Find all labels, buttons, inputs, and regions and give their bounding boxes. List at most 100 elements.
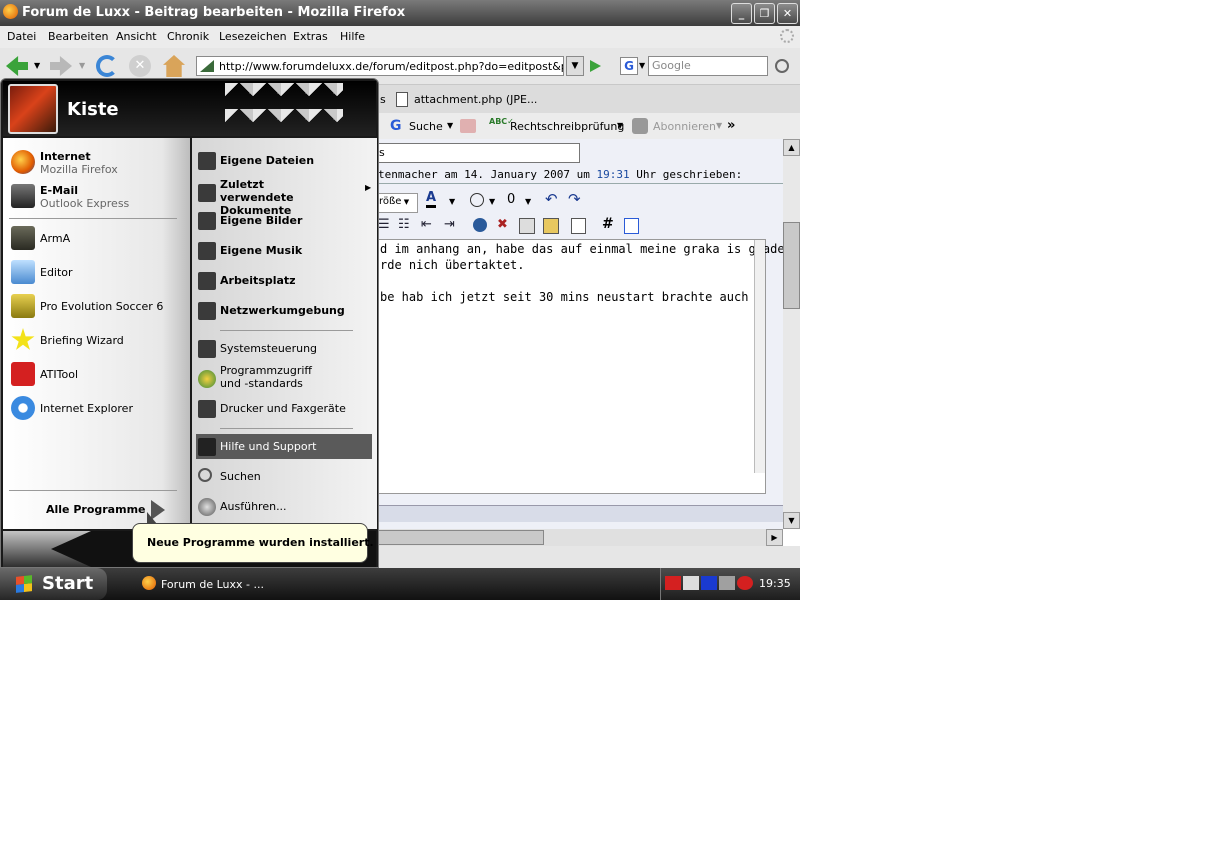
unordered-list-icon[interactable]: ☷ xyxy=(398,217,410,232)
forward-dropdown-icon[interactable]: ▼ xyxy=(79,61,85,70)
spellcheck-dropdown-icon[interactable]: ▼ xyxy=(617,121,623,130)
message-textarea[interactable]: d im anhang an, habe das auf einmal mein… xyxy=(378,239,785,494)
menu-ansicht[interactable]: Ansicht xyxy=(116,30,157,43)
recent-label: ArmA xyxy=(40,232,71,245)
forward-icon[interactable] xyxy=(50,56,72,76)
recent-label: Pro Evolution Soccer 6 xyxy=(40,300,164,313)
insert-image-icon[interactable] xyxy=(543,218,559,234)
title-input[interactable]: s xyxy=(378,143,580,163)
windows-logo-icon xyxy=(16,575,32,593)
smiley-icon[interactable] xyxy=(470,193,484,207)
monitor-tray-icon[interactable] xyxy=(683,576,699,590)
ati-tray-icon[interactable] xyxy=(665,576,681,590)
separator xyxy=(9,218,177,219)
window-titlebar: Forum de Luxx - Beitrag bearbeiten - Moz… xyxy=(0,0,800,26)
scroll-up-icon[interactable]: ▲ xyxy=(783,139,800,156)
menu-bearbeiten[interactable]: Bearbeiten xyxy=(48,30,108,43)
undo-icon[interactable]: ↶ xyxy=(545,190,558,208)
balloon-text: Neue Programme wurden installiert. xyxy=(147,536,374,549)
hscroll-thumb[interactable] xyxy=(378,530,544,545)
start-menu-header: Kiste xyxy=(3,81,376,136)
scroll-down-icon[interactable]: ▼ xyxy=(783,512,800,529)
antivirus-tray-icon[interactable] xyxy=(737,576,753,590)
all-programs-button[interactable]: Alle Programme xyxy=(23,496,183,524)
back-icon[interactable] xyxy=(6,56,28,76)
clock: 19:35 xyxy=(759,577,791,590)
go-icon[interactable] xyxy=(590,60,601,72)
toolbar-overflow-button[interactable]: » xyxy=(727,118,735,133)
smiley-dropdown-icon[interactable]: ▼ xyxy=(489,197,495,206)
menu-chronik[interactable]: Chronik xyxy=(167,30,209,43)
separator xyxy=(9,490,177,491)
help-icon xyxy=(198,438,216,456)
search-icon[interactable] xyxy=(775,59,789,73)
subscribe-button[interactable]: Abonnieren xyxy=(653,120,716,133)
media-tray-icon[interactable] xyxy=(701,576,717,590)
page-vertical-scrollbar[interactable]: ▲ ▼ xyxy=(783,139,800,529)
hash-icon[interactable]: # xyxy=(602,216,614,232)
font-size-select[interactable]: röße ▼ xyxy=(378,193,418,213)
recent-label: ATITool xyxy=(40,368,79,381)
balloon-pointer xyxy=(147,512,157,524)
minimize-button[interactable]: _ xyxy=(731,3,752,24)
google-icon: G xyxy=(390,118,402,134)
subscribe-dropdown-icon[interactable]: ▼ xyxy=(716,121,722,130)
control-panel-icon xyxy=(198,340,216,358)
insert-email-icon[interactable] xyxy=(519,218,535,234)
home-icon[interactable] xyxy=(163,55,185,77)
menu-extras[interactable]: Extras xyxy=(293,30,328,43)
url-dropdown-icon[interactable]: ▼ xyxy=(566,56,584,76)
search-engine-icon[interactable]: G xyxy=(620,57,638,75)
search-toolbar-button[interactable]: Suche xyxy=(409,120,443,133)
indent-icon[interactable]: ⇥ xyxy=(444,217,455,232)
popup-blocker-icon[interactable] xyxy=(460,119,476,133)
search-dropdown-icon[interactable]: ▼ xyxy=(447,121,453,130)
menu-datei[interactable]: Datei xyxy=(7,30,36,43)
redo-icon[interactable]: ↷ xyxy=(568,190,581,208)
scroll-thumb[interactable] xyxy=(783,222,800,309)
tab-attachment[interactable]: attachment.php (JPE... xyxy=(414,93,537,106)
scroll-right-icon[interactable]: ▶ xyxy=(766,529,783,546)
quote-icon[interactable] xyxy=(571,218,586,234)
attachment-dropdown-icon[interactable]: ▼ xyxy=(525,197,531,206)
remove-link-icon[interactable]: ✖ xyxy=(497,217,508,232)
menu-lesezeichen[interactable]: Lesezeichen xyxy=(219,30,287,43)
atitool-icon xyxy=(11,362,35,386)
taskbar-task-firefox[interactable]: Forum de Luxx - ... xyxy=(137,572,297,596)
network-tray-icon[interactable] xyxy=(719,576,735,590)
menu-hilfe[interactable]: Hilfe xyxy=(340,30,365,43)
back-dropdown-icon[interactable]: ▼ xyxy=(34,61,40,70)
quote-time-link[interactable]: 19:31 xyxy=(597,168,630,181)
network-icon xyxy=(198,302,216,320)
text-color-dropdown-icon[interactable]: ▼ xyxy=(449,197,455,206)
spellcheck-button[interactable]: Rechtschreibprüfung xyxy=(510,120,624,133)
outdent-icon[interactable]: ⇤ xyxy=(421,217,432,232)
attachment-icon[interactable]: 0 xyxy=(507,192,515,207)
item-hilfe-und-support[interactable]: Hilfe und Support xyxy=(196,434,372,459)
document-icon xyxy=(396,92,408,107)
stop-icon[interactable]: ✕ xyxy=(129,55,151,77)
close-button[interactable]: ✕ xyxy=(777,3,798,24)
task-label: Forum de Luxx - ... xyxy=(161,578,264,591)
ordered-list-icon[interactable]: ☰ xyxy=(378,217,390,232)
search-engine-dropdown-icon[interactable]: ▼ xyxy=(639,61,645,70)
item-label: Suchen xyxy=(220,470,261,483)
url-input[interactable]: http://www.forumdeluxx.de/forum/editpost… xyxy=(196,56,564,76)
start-menu-left-column: Internet Mozilla Firefox E-Mail Outlook … xyxy=(3,138,190,529)
reload-icon[interactable] xyxy=(96,55,118,77)
firefox-icon xyxy=(3,4,18,19)
search-input[interactable]: Google xyxy=(648,56,768,76)
page-content: s tenmacher am 14. January 2007 um 19:31… xyxy=(378,139,785,529)
textarea-scrollbar[interactable] xyxy=(754,240,765,473)
insert-link-icon[interactable] xyxy=(473,218,487,232)
php-icon[interactable] xyxy=(624,218,639,234)
item-label: Arbeitsplatz xyxy=(220,274,296,287)
page-horizontal-scrollbar[interactable]: ▶ xyxy=(378,529,783,546)
text-color-icon[interactable]: A xyxy=(426,190,437,208)
start-button[interactable]: Start xyxy=(0,568,107,600)
restore-button[interactable]: ❐ xyxy=(754,3,775,24)
pes-icon xyxy=(11,294,35,318)
tab-forum[interactable]: s xyxy=(380,93,386,106)
arma-icon xyxy=(11,226,35,250)
item-label: Drucker und Faxgeräte xyxy=(220,402,346,415)
